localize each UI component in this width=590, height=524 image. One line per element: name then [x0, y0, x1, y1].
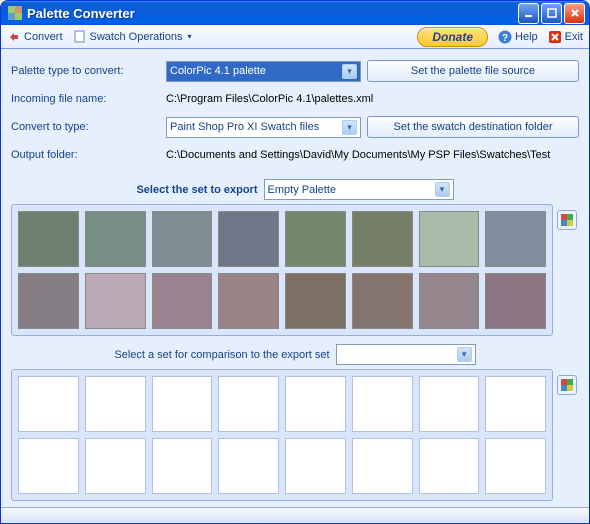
swatch[interactable] [85, 273, 146, 329]
swatch[interactable] [218, 376, 279, 432]
exit-icon [548, 30, 562, 44]
exit-button[interactable]: Exit [548, 30, 583, 44]
swatch[interactable] [152, 438, 213, 494]
swatch[interactable] [485, 438, 546, 494]
set-swatch-destination-button[interactable]: Set the swatch destination folder [367, 116, 579, 138]
convert-to-value: Paint Shop Pro XI Swatch files [170, 121, 342, 133]
chevron-down-icon: ▾ [342, 120, 357, 135]
palette-type-value: ColorPic 4.1 palette [170, 65, 342, 77]
convert-button[interactable]: Convert [7, 30, 63, 44]
swatch[interactable] [85, 376, 146, 432]
swatch[interactable] [18, 273, 79, 329]
maximize-button[interactable] [541, 3, 562, 24]
titlebar: Palette Converter [1, 1, 589, 25]
app-icon [7, 5, 23, 21]
swatch[interactable] [18, 438, 79, 494]
convert-to-label: Convert to type: [11, 121, 166, 133]
swatch[interactable] [152, 376, 213, 432]
status-bar [1, 507, 589, 523]
swatch-ops-label: Swatch Operations [90, 31, 183, 43]
swatch[interactable] [419, 211, 480, 267]
output-folder-value: C:\Documents and Settings\David\My Docum… [166, 149, 579, 161]
donate-button[interactable]: Donate [417, 27, 488, 47]
convert-icon [7, 30, 21, 44]
document-icon [73, 30, 87, 44]
swatch[interactable] [419, 273, 480, 329]
swatch[interactable] [218, 438, 279, 494]
close-button[interactable] [564, 3, 585, 24]
swatch[interactable] [218, 273, 279, 329]
swatch[interactable] [419, 438, 480, 494]
window-title: Palette Converter [27, 6, 518, 21]
swatch[interactable] [18, 376, 79, 432]
output-folder-label: Output folder: [11, 149, 166, 161]
swatch[interactable] [152, 273, 213, 329]
help-icon: ? [498, 30, 512, 44]
incoming-file-label: Incoming file name: [11, 93, 166, 105]
export-set-label: Select the set to export [136, 184, 257, 196]
swatch[interactable] [352, 376, 413, 432]
palette-type-dropdown[interactable]: ColorPic 4.1 palette ▾ [166, 61, 361, 82]
swatch[interactable] [485, 376, 546, 432]
chevron-down-icon: ▾ [457, 347, 472, 362]
incoming-file-value: C:\Program Files\ColorPic 4.1\palettes.x… [166, 93, 579, 105]
swatch[interactable] [485, 273, 546, 329]
copy-swatches-button[interactable] [557, 210, 577, 230]
swatch[interactable] [485, 211, 546, 267]
comparison-set-dropdown[interactable]: ▾ [336, 344, 476, 365]
swatch[interactable] [85, 438, 146, 494]
comparison-swatch-panel [11, 369, 553, 501]
swatch[interactable] [352, 211, 413, 267]
swatch[interactable] [85, 211, 146, 267]
comparison-set-label: Select a set for comparison to the expor… [114, 349, 329, 361]
toolbar: Convert Swatch Operations ▾ Donate ? Hel… [1, 25, 589, 49]
svg-text:?: ? [502, 33, 508, 44]
swatch-operations-menu[interactable]: Swatch Operations ▾ [73, 30, 192, 44]
convert-label: Convert [24, 31, 63, 43]
palette-type-label: Palette type to convert: [11, 65, 166, 77]
swatch[interactable] [152, 211, 213, 267]
swatch[interactable] [18, 211, 79, 267]
dropdown-arrow-icon: ▾ [187, 32, 191, 41]
swatch[interactable] [352, 273, 413, 329]
copy-swatches-button[interactable] [557, 375, 577, 395]
swatch[interactable] [352, 438, 413, 494]
swatch[interactable] [285, 211, 346, 267]
convert-to-dropdown[interactable]: Paint Shop Pro XI Swatch files ▾ [166, 117, 361, 138]
set-palette-source-button[interactable]: Set the palette file source [367, 60, 579, 82]
swatch[interactable] [419, 376, 480, 432]
export-swatch-panel [11, 204, 553, 336]
swatch[interactable] [218, 211, 279, 267]
help-label: Help [515, 31, 538, 43]
swatch[interactable] [285, 438, 346, 494]
chevron-down-icon: ▾ [342, 64, 357, 79]
swatch[interactable] [285, 376, 346, 432]
export-set-dropdown[interactable]: Empty Palette ▾ [264, 179, 454, 200]
exit-label: Exit [565, 31, 583, 43]
chevron-down-icon: ▾ [435, 182, 450, 197]
help-button[interactable]: ? Help [498, 30, 538, 44]
swatch[interactable] [285, 273, 346, 329]
export-set-value: Empty Palette [268, 184, 435, 196]
minimize-button[interactable] [518, 3, 539, 24]
